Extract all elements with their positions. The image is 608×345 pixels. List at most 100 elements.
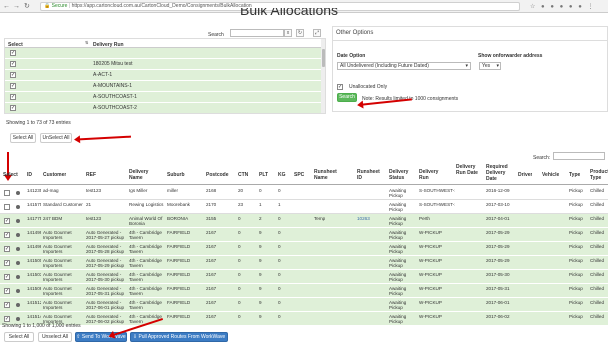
col-driver[interactable]: Driver: [518, 172, 532, 178]
table-row[interactable]: ✓ 141512 Auto Gourmet Importers Auto Genera…: [0, 298, 608, 312]
cell-ref: Auto Generated - 2017-05-31 pickup: [86, 286, 125, 296]
scrollbar-thumb[interactable]: [322, 49, 325, 67]
cell-id: 141499: [27, 230, 41, 235]
row-checkbox[interactable]: ✓: [4, 316, 10, 322]
table-row[interactable]: ✓ 141503 Auto Gourmet Importers Auto Genera…: [0, 270, 608, 284]
list-item[interactable]: ✓: [5, 48, 321, 59]
pull-routes-button[interactable]: ⇩ Pull Approved Routes From WorkWave: [130, 332, 228, 342]
col-id[interactable]: ID: [27, 172, 32, 178]
unselect-all-button[interactable]: UnSelect All: [40, 133, 72, 143]
cell-run: Perth: [419, 216, 430, 221]
cell-status: Awaiting Pickup: [389, 258, 407, 268]
cell-rsid[interactable]: [357, 188, 385, 199]
cell-id: 141575: [27, 202, 41, 207]
grid-search-input[interactable]: [553, 152, 605, 160]
table-row[interactable]: ✓ 141775 247 BDM test123 Animal World Of Bor…: [0, 214, 608, 228]
table-row[interactable]: ✓ 141499 Auto Gourmet Importers Auto Genera…: [0, 228, 608, 242]
reload-icon[interactable]: ↻: [24, 3, 30, 10]
row-checkbox[interactable]: ✓: [4, 232, 10, 238]
row-checkbox[interactable]: ✓: [4, 246, 10, 252]
list-item[interactable]: ✓ 180205 Mitsu test: [5, 59, 321, 70]
col-plt[interactable]: PLT: [259, 172, 268, 178]
list-item[interactable]: ✓ A-MOUNTAINS-1: [5, 81, 321, 92]
col-suburb[interactable]: Suburb: [167, 172, 185, 178]
col-runsheet-name[interactable]: Runsheet Name: [314, 169, 344, 181]
row-checkbox[interactable]: [4, 190, 10, 196]
row-checkbox[interactable]: ✓: [4, 302, 10, 308]
unallocated-only-checkbox[interactable]: ✓: [337, 84, 343, 90]
table-row[interactable]: 141235 ad-mag test123 Igs Miller miller 2168 2…: [0, 186, 608, 200]
row-checkbox[interactable]: ✓: [4, 218, 10, 224]
list-item[interactable]: ✓ A-ACT-1: [5, 70, 321, 81]
table-row[interactable]: ✓ 141498 Auto Gourmet Importers Auto Genera…: [0, 242, 608, 256]
col-ref[interactable]: REF: [86, 172, 96, 178]
refresh-button[interactable]: ↻: [296, 29, 304, 37]
cell-rsid[interactable]: [357, 314, 385, 325]
extension-icons[interactable]: ☆ ● ● ● ● ● ⋮: [530, 3, 596, 10]
table-row[interactable]: ✓ 141508 Auto Gourmet Importers Auto Genera…: [0, 284, 608, 298]
cell-rsid[interactable]: [357, 286, 385, 297]
col-ctn[interactable]: CTN: [238, 172, 248, 178]
checkbox[interactable]: ✓: [10, 72, 16, 78]
col-required-delivery-date[interactable]: Required Delivery Date: [486, 164, 512, 182]
checkbox[interactable]: ✓: [10, 94, 16, 100]
checkbox[interactable]: ✓: [10, 61, 16, 67]
table-row[interactable]: ✓ 141514 Auto Gourmet Importers Auto Genera…: [0, 312, 608, 326]
cell-rsid[interactable]: [357, 258, 385, 269]
row-checkbox[interactable]: ✓: [4, 274, 10, 280]
sort-icon[interactable]: ⇅: [85, 40, 88, 45]
row-checkbox[interactable]: ✓: [4, 288, 10, 294]
checkbox[interactable]: ✓: [10, 105, 16, 111]
other-options-title: Other Options: [336, 30, 374, 36]
back-icon[interactable]: ←: [3, 3, 10, 10]
col-runsheet-id[interactable]: Runsheet ID: [357, 169, 383, 181]
cell-rsid[interactable]: [357, 244, 385, 255]
date-option-select[interactable]: All Undelivered (Including Future Dated)…: [337, 62, 471, 70]
checkbox[interactable]: ✓: [10, 83, 16, 89]
cell-ctn: 0: [238, 216, 241, 221]
cell-postcode: 2170: [206, 202, 217, 207]
show-onforwarder-select[interactable]: Yes ▾: [479, 62, 501, 70]
select-all-button[interactable]: Select All: [10, 133, 36, 143]
col-delivery-run-date[interactable]: Delivery Run Date: [456, 164, 480, 176]
col-delivery-name[interactable]: Delivery Name: [129, 169, 157, 181]
footer-select-all-button[interactable]: Select All: [4, 332, 34, 342]
search-button[interactable]: Search: [337, 93, 357, 102]
cell-rsid[interactable]: 10263: [357, 216, 385, 227]
cell-req: 2017-06-02: [486, 314, 510, 319]
cell-runsheet: Temp: [314, 216, 326, 221]
col-delivery-run[interactable]: Delivery Run: [419, 169, 443, 181]
cell-rsid[interactable]: [357, 272, 385, 283]
cell-postcode: 2167: [206, 272, 217, 277]
col-postcode[interactable]: Postcode: [206, 172, 229, 178]
footer-unselect-all-button[interactable]: Unselect All: [38, 332, 72, 342]
list-item[interactable]: ✓ A-SOUTHCOAST-1: [5, 92, 321, 103]
cell-status: Awaiting Pickup: [389, 300, 407, 310]
col-type[interactable]: Type: [569, 172, 580, 178]
col-spc[interactable]: SPC: [294, 172, 304, 178]
cell-customer: Standard Customer: [43, 202, 83, 207]
cell-rsid[interactable]: [357, 202, 385, 213]
cell-req: 2017-05-29: [486, 230, 510, 235]
cell-type: Pickup: [569, 300, 583, 305]
col-kg[interactable]: KG: [278, 172, 286, 178]
col-customer[interactable]: Customer: [43, 172, 66, 178]
col-product-type[interactable]: Product Type: [590, 169, 608, 181]
table-row[interactable]: 141575 Standard Customer 21 Rewing Logistic…: [0, 200, 608, 214]
table-row[interactable]: ✓ 141500 Auto Gourmet Importers Auto Genera…: [0, 256, 608, 270]
row-checkbox[interactable]: ✓: [4, 260, 10, 266]
list-item[interactable]: ✓ A-SOUTHCOAST-2: [5, 103, 321, 113]
col-select[interactable]: Select: [3, 172, 18, 178]
search-input[interactable]: [230, 29, 284, 37]
cell-ctn: 23: [238, 202, 244, 207]
checkbox[interactable]: ✓: [10, 50, 16, 56]
expand-button[interactable]: ⤢: [313, 29, 321, 37]
cell-rsid[interactable]: [357, 300, 385, 311]
clear-search-button[interactable]: x: [284, 29, 292, 37]
row-checkbox[interactable]: [4, 204, 10, 210]
col-vehicle[interactable]: Vehicle: [542, 172, 559, 178]
forward-icon[interactable]: →: [13, 3, 20, 10]
cell-postcode: 2167: [206, 300, 217, 305]
cell-rsid[interactable]: [357, 230, 385, 241]
col-delivery-status[interactable]: Delivery Status: [389, 169, 413, 181]
